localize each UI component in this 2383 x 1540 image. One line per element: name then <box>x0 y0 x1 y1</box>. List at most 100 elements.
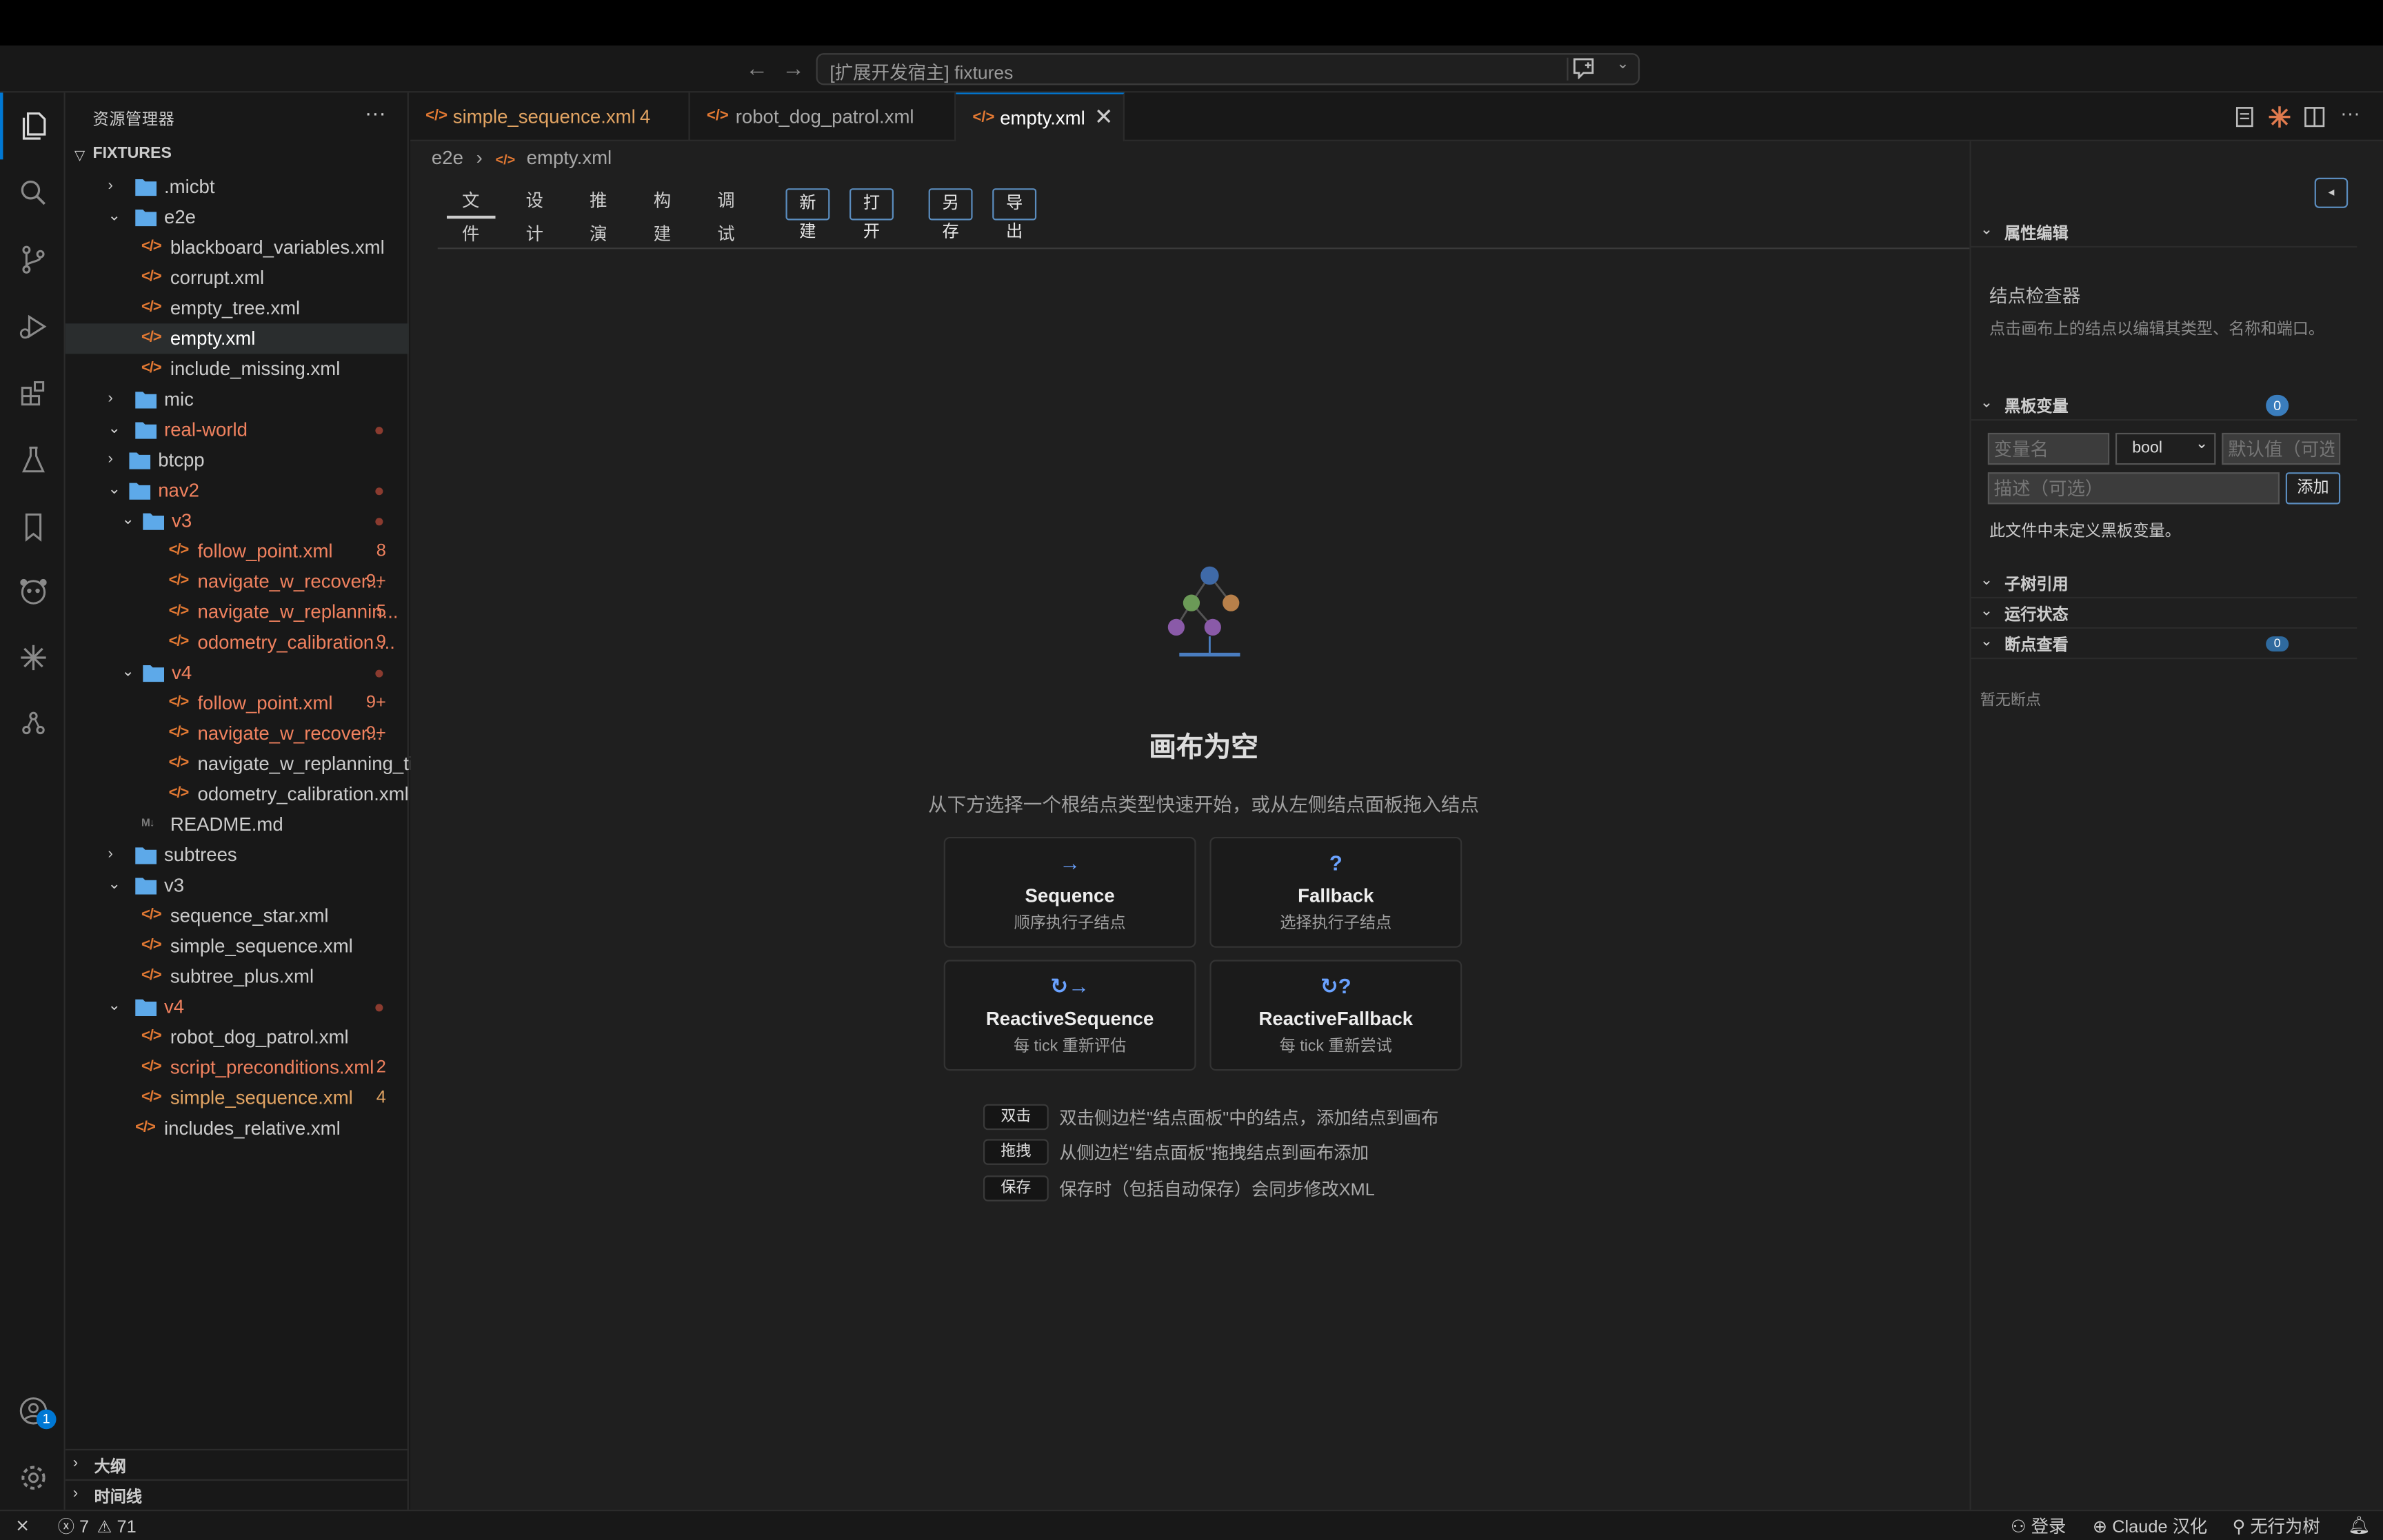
split-editor-icon[interactable] <box>2302 105 2326 129</box>
add-variable-button[interactable]: 添加 <box>2285 472 2341 505</box>
tree-folder[interactable]: ⌄ v4 <box>66 992 409 1022</box>
tree-folder[interactable]: ⌄ e2e <box>66 202 409 232</box>
section-runtime-status[interactable]: ⌄ 运行状态 <box>1971 598 2357 629</box>
login-item[interactable]: ⚇ 登录 <box>2011 1514 2066 1539</box>
more-actions-icon[interactable]: ··· <box>2340 102 2360 125</box>
tree-item-label: follow_point.xml <box>197 692 333 714</box>
breadcrumb-folder[interactable]: e2e <box>432 148 463 169</box>
tree-file[interactable]: </> follow_point.xml 8 <box>66 536 409 567</box>
locale-item[interactable]: ⊕ Claude 汉化 <box>2093 1514 2207 1539</box>
command-center-search[interactable]: [扩展开发宿主] fixtures ⌄ <box>816 53 1640 85</box>
search-icon[interactable] <box>0 159 66 226</box>
root-card-sequence[interactable]: → Sequence 顺序执行子结点 <box>943 836 1196 948</box>
tree-folder[interactable]: › subtrees <box>66 840 409 870</box>
open-button[interactable]: 打开 <box>849 188 894 241</box>
tree-file[interactable]: </> follow_point.xml 9+ <box>66 688 409 718</box>
variable-name-input[interactable] <box>1987 432 2110 465</box>
section-properties[interactable]: ⌄ 属性编辑 <box>1971 217 2357 248</box>
tree-file[interactable]: </> robot_dog_patrol.xml <box>66 1022 409 1053</box>
tree-folder[interactable]: ⌄ v3 <box>66 506 409 536</box>
type-select[interactable]: bool ⌄ <box>2115 432 2216 465</box>
tab-robot-dog-patrol[interactable]: </> robot_dog_patrol.xml <box>690 92 956 141</box>
root-card-reactive-fallback[interactable]: ↻? ReactiveFallback 每 tick 重新尝试 <box>1209 960 1462 1071</box>
chat-icon[interactable] <box>1571 58 1596 79</box>
card-description: 顺序执行子结点 <box>1014 914 1126 933</box>
section-blackboard[interactable]: ⌄ 黑板变量 0 <box>1971 390 2357 421</box>
run-debug-icon[interactable] <box>0 293 66 360</box>
panda-icon[interactable] <box>0 558 66 625</box>
tree-folder[interactable]: › mic <box>66 384 409 414</box>
tree-file[interactable]: </> subtree_plus.xml <box>66 962 409 992</box>
menu-file[interactable]: 文件 <box>446 185 495 245</box>
account-icon[interactable] <box>0 1377 66 1444</box>
problems-indicator[interactable]: ⓧ 7 ⚠ 71 <box>58 1514 137 1539</box>
tree-file[interactable]: </> includes_relative.xml <box>66 1113 409 1144</box>
extensions-icon[interactable] <box>0 360 66 427</box>
chevron-down-icon[interactable]: ▽ <box>74 148 85 164</box>
save-as-button[interactable]: 另存 <box>928 188 973 241</box>
root-card-fallback[interactable]: ? Fallback 选择执行子结点 <box>1209 836 1462 948</box>
forward-arrow-icon[interactable]: → <box>781 57 805 82</box>
section-breakpoints[interactable]: ⌄ 断点查看 0 <box>1971 629 2357 660</box>
tree-file[interactable]: </> include_missing.xml <box>66 354 409 384</box>
outline-section[interactable]: › 大纲 <box>65 1448 409 1479</box>
back-arrow-icon[interactable]: ← <box>745 57 769 82</box>
claude-icon[interactable] <box>0 625 66 691</box>
tree-file[interactable]: </> corrupt.xml <box>66 263 409 293</box>
bookmark-icon[interactable] <box>0 494 66 560</box>
tree-file[interactable]: </> empty_tree.xml <box>66 293 409 323</box>
bell-icon[interactable]: 🔔︎ <box>2348 1514 2370 1535</box>
collapse-panel-button[interactable]: ◂ <box>2314 177 2349 208</box>
tree-folder[interactable]: › btcpp <box>66 445 409 476</box>
tree-file[interactable]: </> navigate_w_replannin... 5 <box>66 597 409 627</box>
tree-file[interactable]: </> navigate_w_replanning_ti... <box>66 749 429 779</box>
section-subtree-refs[interactable]: ⌄ 子树引用 <box>1971 568 2357 599</box>
workspace-section-header[interactable]: FIXTURES <box>92 144 171 162</box>
tree-file[interactable]: </> odometry_calibration.... 9 <box>66 627 409 658</box>
tree-file[interactable]: </> blackboard_variables.xml <box>66 232 409 263</box>
tab-simple-sequence[interactable]: </> simple_sequence.xml 4 <box>410 92 690 141</box>
title-bar <box>0 0 2383 46</box>
modified-dot <box>375 669 383 678</box>
explorer-icon[interactable] <box>0 92 66 160</box>
timeline-section[interactable]: › 时间线 <box>65 1479 409 1510</box>
source-control-icon[interactable] <box>0 226 66 293</box>
tree-file[interactable]: </> navigate_w_recover... 9+ <box>66 718 409 749</box>
tree-file[interactable]: </> simple_sequence.xml <box>66 931 409 962</box>
menu-design[interactable]: 设计 <box>511 185 559 245</box>
menu-build[interactable]: 构建 <box>639 185 686 245</box>
tree-file[interactable]: M↓ README.md <box>66 809 409 840</box>
tree-folder[interactable]: ⌄ real-world <box>66 414 409 445</box>
breadcrumb-file[interactable]: empty.xml <box>527 148 612 169</box>
menu-simulate[interactable]: 推演 <box>574 185 622 245</box>
xml-file-icon: </> <box>168 724 190 742</box>
more-actions-icon[interactable]: ··· <box>365 100 386 124</box>
close-icon[interactable]: ✕ <box>1094 94 1114 143</box>
tree-folder[interactable]: ⌄ v3 <box>66 870 409 900</box>
tree-file[interactable]: </> odometry_calibration.xml <box>66 779 409 809</box>
tree-file[interactable]: </> script_preconditions.xml 2 <box>66 1053 409 1083</box>
tree-file[interactable]: </> sequence_star.xml <box>66 900 409 931</box>
tree-file[interactable]: </> simple_sequence.xml 4 <box>66 1083 409 1113</box>
tree-folder[interactable]: ⌄ v4 <box>66 658 409 688</box>
chevron-down-icon[interactable]: ⌄ <box>1616 57 1629 73</box>
remote-indicator-icon[interactable]: ⨯ <box>15 1514 30 1535</box>
description-input[interactable] <box>1987 472 2280 505</box>
tree-folder[interactable]: ⌄ nav2 <box>66 476 409 506</box>
claude-sparkle-icon[interactable] <box>2267 105 2291 129</box>
behavior-tree-icon[interactable] <box>0 691 66 758</box>
export-button[interactable]: 导出 <box>992 188 1037 241</box>
tree-folder[interactable]: › .micbt <box>66 172 409 202</box>
tree-status-item[interactable]: ⚲ 无行为树 <box>2233 1514 2320 1539</box>
menu-debug[interactable]: 调试 <box>702 185 750 245</box>
default-value-input[interactable] <box>2222 432 2341 465</box>
tab-empty-xml[interactable]: </> empty.xml ✕ <box>956 92 1125 143</box>
root-card-reactive-sequence[interactable]: ↻→ ReactiveSequence 每 tick 重新评估 <box>943 960 1196 1071</box>
testing-flask-icon[interactable] <box>0 427 66 494</box>
tree-file[interactable]: </> empty.xml <box>65 323 409 354</box>
tree-file[interactable]: </> navigate_w_recover... 9+ <box>66 567 409 597</box>
new-button[interactable]: 新建 <box>785 188 830 241</box>
preview-icon[interactable] <box>2233 105 2257 129</box>
gear-icon[interactable] <box>0 1444 66 1511</box>
chevron-right-icon: › <box>72 1455 79 1472</box>
